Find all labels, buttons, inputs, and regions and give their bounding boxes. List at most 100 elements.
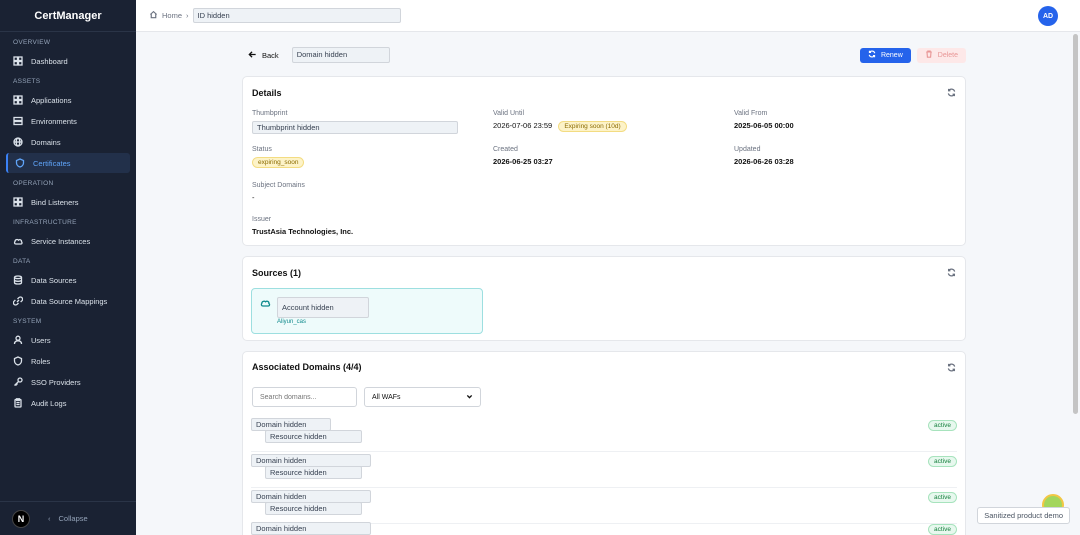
sidebar-section-operation: OPERATION: [13, 180, 54, 187]
sidebar-item-label: Roles: [31, 356, 51, 366]
back-button[interactable]: Back: [248, 50, 279, 61]
sidebar-section-infrastructure: INFRASTRUCTURE: [13, 219, 77, 226]
sidebar-item-users[interactable]: Users: [6, 330, 130, 350]
sidebar-item-label: Domains: [31, 137, 61, 147]
sidebar-item-certificates[interactable]: Certificates: [6, 153, 130, 173]
back-label: Back: [262, 50, 279, 60]
avatar[interactable]: AD: [1038, 6, 1058, 26]
renew-button[interactable]: Renew: [859, 47, 911, 63]
chevron-left-icon: ‹: [48, 514, 51, 523]
sidebar-item-service-instances[interactable]: Service Instances: [6, 231, 130, 251]
sidebar-item-environments[interactable]: Environments: [6, 111, 130, 131]
sidebar-item-dashboard[interactable]: Dashboard: [6, 51, 130, 71]
status-badge: active: [928, 420, 957, 431]
cloud-icon: [260, 298, 271, 309]
sidebar-section-overview: OVERVIEW: [13, 39, 51, 46]
breadcrumb-current: ID hidden: [192, 8, 401, 23]
issuer-value: TrustAsia Technologies, Inc.: [252, 227, 354, 236]
row-resource: Resource hidden: [265, 430, 362, 443]
source-item[interactable]: Account hidden Aliyun_cas: [251, 288, 483, 334]
table-row[interactable]: Domain hidden Resource hidden active: [251, 416, 957, 452]
refresh-icon[interactable]: [947, 363, 956, 372]
expiring-badge: Expiring soon (10d): [558, 121, 627, 132]
sidebar-item-audit-logs[interactable]: Audit Logs: [6, 393, 130, 413]
valid-from-field: Valid From 2025-06-05 00:00: [734, 110, 794, 130]
database-icon: [13, 275, 23, 285]
associated-title: Associated Domains (4/4): [252, 362, 362, 372]
table-row[interactable]: Domain hidden active: [251, 520, 957, 535]
sidebar-item-bind-listeners[interactable]: Bind Listeners: [6, 192, 130, 212]
status-badge: active: [928, 456, 957, 467]
arrow-left-icon: [248, 50, 257, 61]
sidebar-item-data-sources[interactable]: Data Sources: [6, 270, 130, 290]
sidebar-footer: N ‹ Collapse: [0, 501, 136, 535]
sidebar-item-roles[interactable]: Roles: [6, 351, 130, 371]
sidebar: CertManager OVERVIEW Dashboard ASSETS Ap…: [0, 0, 136, 535]
refresh-icon: [868, 50, 876, 60]
row-domain: Domain hidden: [251, 522, 371, 535]
details-card: Details Thumbprint Thumbprint hidden Val…: [242, 76, 966, 246]
refresh-icon[interactable]: [947, 88, 956, 97]
sidebar-item-label: Audit Logs: [31, 398, 67, 408]
collapse-button[interactable]: ‹ Collapse: [48, 514, 88, 523]
grid-icon: [13, 197, 23, 207]
status-badge: expiring_soon: [252, 157, 305, 168]
key-icon: [13, 377, 23, 387]
valid-until-label: Valid Until: [493, 110, 524, 117]
sidebar-item-label: Data Sources: [31, 275, 77, 285]
refresh-icon[interactable]: [947, 268, 956, 277]
sidebar-item-label: Applications: [31, 95, 72, 105]
breadcrumb: Home › ID hidden: [149, 8, 401, 23]
clipboard-icon: [13, 398, 23, 408]
details-title: Details: [252, 88, 282, 98]
header-actions: Renew Delete: [859, 47, 966, 63]
source-provider: Aliyun_cas: [277, 319, 307, 325]
waf-filter-value: All WAFs: [372, 393, 401, 401]
grid-icon: [13, 95, 23, 105]
page-header: Back Domain hidden Renew Delete: [242, 44, 966, 66]
table-row[interactable]: Domain hidden Resource hidden active: [251, 452, 957, 488]
cloud-icon: [13, 236, 23, 246]
search-input[interactable]: [252, 387, 357, 407]
created-field: Created 2026-06-25 03:27: [493, 146, 553, 166]
collapse-label: Collapse: [58, 514, 88, 523]
breadcrumb-home[interactable]: Home: [162, 11, 182, 20]
chevron-right-icon: ›: [186, 11, 189, 20]
waf-filter-select[interactable]: All WAFs: [364, 387, 481, 407]
issuer-label: Issuer: [252, 216, 272, 223]
sidebar-section-assets: ASSETS: [13, 78, 41, 85]
created-label: Created: [493, 146, 518, 153]
status-badge: active: [928, 492, 957, 503]
app-logo: CertManager: [0, 0, 136, 32]
sidebar-item-data-source-mappings[interactable]: Data Source Mappings: [6, 291, 130, 311]
page-scrollbar[interactable]: [1073, 34, 1078, 414]
sidebar-item-label: Data Source Mappings: [31, 296, 108, 306]
associated-domains-card: Associated Domains (4/4) All WAFs Domain…: [242, 351, 966, 535]
updated-label: Updated: [734, 146, 761, 153]
status-label: Status: [252, 146, 272, 153]
sidebar-item-domains[interactable]: Domains: [6, 132, 130, 152]
sources-card: Sources (1) Account hidden Aliyun_cas: [242, 256, 966, 341]
shield-icon: [15, 158, 25, 168]
updated-field: Updated 2026-06-26 03:28: [734, 146, 794, 166]
updated-value: 2026-06-26 03:28: [734, 157, 794, 166]
row-resource: Resource hidden: [265, 466, 362, 479]
table-row[interactable]: Domain hidden Resource hidden active: [251, 488, 957, 524]
valid-until-field: Valid Until 2026-07-06 23:59 Expiring so…: [493, 110, 627, 132]
delete-button[interactable]: Delete: [916, 47, 966, 63]
sidebar-item-label: Certificates: [33, 158, 71, 168]
sidebar-section-data: DATA: [13, 258, 31, 265]
layers-icon: [13, 116, 23, 126]
user-icon: [13, 335, 23, 345]
subject-value: -: [252, 193, 255, 202]
created-value: 2026-06-25 03:27: [493, 157, 553, 166]
status-badge: active: [928, 524, 957, 535]
page-title: Domain hidden: [291, 47, 390, 63]
sidebar-section-system: SYSTEM: [13, 318, 42, 325]
chevron-down-icon: [466, 393, 473, 402]
sidebar-item-label: Users: [31, 335, 51, 345]
sidebar-item-applications[interactable]: Applications: [6, 90, 130, 110]
sidebar-item-sso-providers[interactable]: SSO Providers: [6, 372, 130, 392]
thumbprint-value: Thumbprint hidden: [252, 121, 458, 134]
domain-filters: All WAFs: [243, 372, 965, 407]
